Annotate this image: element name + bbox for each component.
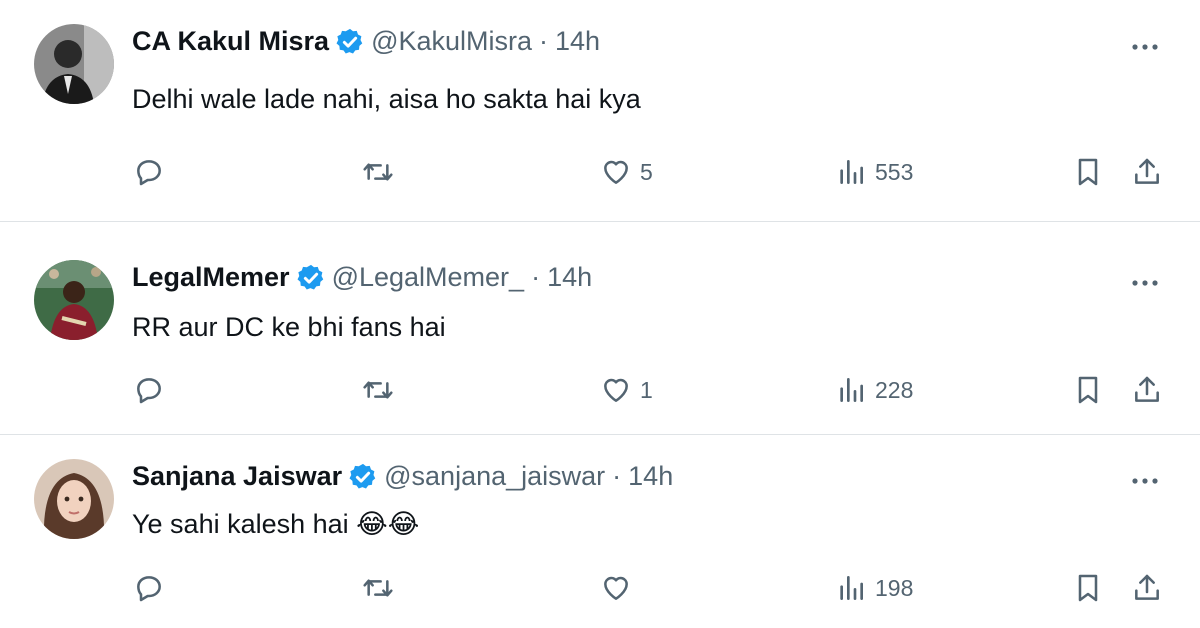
tweet-3[interactable]: Sanjana Jaiswar @sanjana_jaiswar · 14h Y… <box>0 435 1200 628</box>
retweet-button[interactable] <box>362 374 394 406</box>
view-count: 198 <box>875 574 914 601</box>
avatar-man-icon <box>34 24 114 104</box>
views-button[interactable]: 228 <box>835 374 913 406</box>
retweet-icon <box>363 163 393 181</box>
like-button[interactable]: 5 <box>600 156 653 188</box>
view-count: 228 <box>875 376 914 403</box>
separator-dot: · <box>612 461 622 491</box>
reply-icon <box>137 378 161 404</box>
views-chart-icon <box>840 378 863 402</box>
bookmark-button[interactable] <box>1072 156 1104 188</box>
verified-badge-icon <box>349 463 376 488</box>
views-chart-icon <box>840 160 863 184</box>
handle[interactable]: @LegalMemer_ <box>332 262 525 293</box>
timestamp[interactable]: 14h <box>547 262 592 293</box>
tweet-text: Delhi wale lade nahi, aisa ho sakta hai … <box>132 84 641 114</box>
avatar[interactable] <box>34 459 114 539</box>
reply-icon <box>137 160 161 186</box>
display-name[interactable]: Sanjana Jaiswar <box>132 461 342 492</box>
separator-dot: · <box>531 262 541 292</box>
like-button[interactable] <box>600 572 640 604</box>
verified-badge-icon <box>297 264 323 289</box>
share-icon <box>1135 574 1159 600</box>
more-options-icon[interactable] <box>1128 471 1162 491</box>
avatar-woman-icon <box>34 459 114 539</box>
share-button[interactable] <box>1131 374 1163 406</box>
tweet-header: LegalMemer @LegalMemer_ · 14h <box>132 262 592 293</box>
tweet-header: CA Kakul Misra @KakulMisra · 14h <box>132 26 600 57</box>
bookmark-button[interactable] <box>1072 572 1104 604</box>
reply-button[interactable] <box>133 374 165 406</box>
avatar-cricketer-icon <box>34 260 114 340</box>
avatar[interactable] <box>34 260 114 340</box>
like-button[interactable]: 1 <box>600 374 653 406</box>
retweet-button[interactable] <box>362 572 394 604</box>
heart-icon <box>604 378 628 402</box>
timestamp[interactable]: 14h <box>628 461 673 492</box>
share-button[interactable] <box>1131 572 1163 604</box>
share-icon <box>1135 158 1159 184</box>
timestamp[interactable]: 14h <box>555 26 600 57</box>
display-name[interactable]: LegalMemer <box>132 262 290 293</box>
reply-icon <box>137 576 161 602</box>
tweet-header: Sanjana Jaiswar @sanjana_jaiswar · 14h <box>132 461 673 492</box>
views-button[interactable]: 198 <box>835 572 913 604</box>
retweet-icon <box>363 381 393 399</box>
view-count: 553 <box>875 158 914 185</box>
like-count: 5 <box>640 158 653 185</box>
bookmark-button[interactable] <box>1072 374 1104 406</box>
retweet-icon <box>363 579 393 597</box>
like-count: 1 <box>640 376 653 403</box>
share-button[interactable] <box>1131 156 1163 188</box>
tweet-1[interactable]: CA Kakul Misra @KakulMisra · 14h Delhi w… <box>0 0 1200 220</box>
reply-button[interactable] <box>133 572 165 604</box>
display-name[interactable]: CA Kakul Misra <box>132 26 329 57</box>
reply-button[interactable] <box>133 156 165 188</box>
bookmark-icon <box>1078 158 1098 186</box>
bookmark-icon <box>1078 574 1098 602</box>
handle[interactable]: @KakulMisra <box>371 26 532 57</box>
tweet-text: RR aur DC ke bhi fans hai <box>132 312 446 342</box>
share-icon <box>1135 376 1159 402</box>
tweet-2[interactable]: LegalMemer @LegalMemer_ · 14h RR aur DC … <box>0 222 1200 434</box>
heart-icon <box>604 576 628 600</box>
more-options-icon[interactable] <box>1128 273 1162 293</box>
bookmark-icon <box>1078 376 1098 404</box>
handle[interactable]: @sanjana_jaiswar <box>384 461 605 492</box>
verified-badge-icon <box>336 28 363 53</box>
separator-dot: · <box>539 26 549 56</box>
retweet-button[interactable] <box>362 156 394 188</box>
views-chart-icon <box>840 576 863 600</box>
more-options-icon[interactable] <box>1128 37 1162 57</box>
views-button[interactable]: 553 <box>835 156 913 188</box>
tweet-text: Ye sahi kalesh hai 😂😂 <box>132 509 420 539</box>
heart-icon <box>604 160 628 184</box>
avatar[interactable] <box>34 24 114 104</box>
